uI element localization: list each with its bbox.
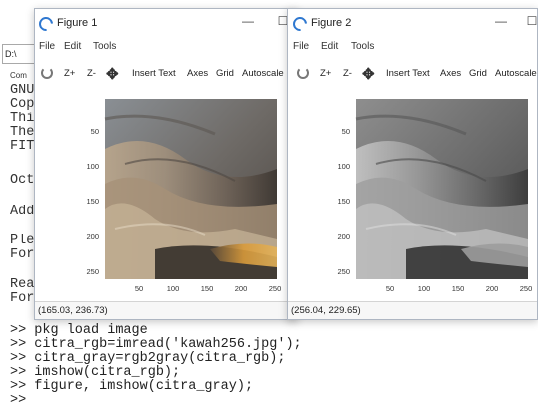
y-tick-label: 250: [337, 267, 350, 276]
minimize-button[interactable]: —: [493, 14, 509, 28]
console-log-line: GNU: [10, 84, 35, 98]
rotate-icon[interactable]: [297, 67, 309, 79]
y-tick-label: 50: [91, 127, 99, 136]
figure-2-status-bar: (256.04, 229.65): [288, 301, 537, 319]
x-tick-label: 50: [386, 284, 394, 293]
console-log-line: For: [10, 292, 35, 306]
zoom-in-button[interactable]: Z+: [320, 68, 331, 79]
menu-tools[interactable]: Tools: [93, 41, 116, 52]
figure-2-toolbar: Z+ Z- ✥ Insert Text Axes Grid Autoscale: [288, 65, 537, 87]
y-tick-label: 150: [86, 197, 99, 206]
zoom-out-button[interactable]: Z-: [343, 68, 352, 79]
figure-1-status-bar: (165.03, 236.73): [35, 301, 297, 319]
menu-edit[interactable]: Edit: [321, 41, 338, 52]
figure-2-menubar: File Edit Tools: [288, 41, 537, 57]
x-tick-label: 100: [167, 284, 180, 293]
octave-logo-icon: [290, 14, 310, 34]
minimize-button[interactable]: —: [240, 14, 256, 28]
y-tick-label: 250: [86, 267, 99, 276]
menu-file[interactable]: File: [293, 41, 309, 52]
x-tick-label: 250: [269, 284, 282, 293]
x-tick-label: 100: [418, 284, 431, 293]
zoom-out-button[interactable]: Z-: [87, 68, 96, 79]
command-line: >> pkg load image: [10, 323, 148, 338]
console-log-line: Add: [10, 205, 35, 219]
maximize-button[interactable]: ☐: [524, 14, 537, 28]
figure-2-title: Figure 2: [311, 17, 352, 29]
figure-1-window: Figure 1 — ☐ File Edit Tools Z+ Z- ✥ Ins…: [34, 8, 298, 320]
command-line: >> citra_rgb=imread('kawah256.jpg');: [10, 337, 302, 352]
x-tick-label: 200: [235, 284, 248, 293]
console-log-line: Cop: [10, 98, 35, 112]
console-log-line: Oct: [10, 174, 35, 188]
y-tick-label: 200: [86, 232, 99, 241]
axes-button[interactable]: Axes: [187, 68, 208, 79]
pan-icon[interactable]: ✥: [362, 65, 375, 83]
command-line: >> imshow(citra_rgb);: [10, 365, 181, 380]
insert-text-button[interactable]: Insert Text: [386, 68, 430, 79]
console-log-line: FIT: [10, 140, 35, 154]
menu-edit[interactable]: Edit: [64, 41, 81, 52]
rotate-icon[interactable]: [41, 67, 53, 79]
figure-1-menubar: File Edit Tools: [35, 41, 297, 57]
x-tick-label: 150: [452, 284, 465, 293]
x-tick-label: 250: [520, 284, 533, 293]
menu-tools[interactable]: Tools: [351, 41, 374, 52]
figure-2-titlebar[interactable]: Figure 2 — ☐: [288, 9, 537, 39]
y-tick-label: 200: [337, 232, 350, 241]
x-tick-label: 150: [201, 284, 214, 293]
axes-button[interactable]: Axes: [440, 68, 461, 79]
console-log-line: For: [10, 248, 35, 262]
console-log-line: The: [10, 126, 35, 140]
current-directory-field[interactable]: D:\: [2, 44, 36, 64]
grid-button[interactable]: Grid: [469, 68, 487, 79]
octave-logo-icon: [36, 14, 56, 34]
figure-1-title: Figure 1: [57, 17, 98, 29]
command-window-tab[interactable]: Com: [10, 71, 34, 80]
console-log-line: Rea: [10, 278, 35, 292]
zoom-in-button[interactable]: Z+: [64, 68, 75, 79]
console-log-line: Ple: [10, 234, 35, 248]
y-tick-label: 50: [342, 127, 350, 136]
figure-2-axes[interactable]: 50 100 150 200 250 50 100 150 200 250: [288, 89, 537, 301]
y-tick-label: 150: [337, 197, 350, 206]
pan-icon[interactable]: ✥: [106, 65, 119, 83]
figure-2-window: Figure 2 — ☐ File Edit Tools Z+ Z- ✥ Ins…: [287, 8, 538, 320]
y-tick-label: 100: [86, 162, 99, 171]
y-tick-label: 100: [337, 162, 350, 171]
command-line: >> citra_gray=rgb2gray(citra_rgb);: [10, 351, 286, 366]
figure-1-axes[interactable]: 50 100 150 200 250 50 100 150 200 250: [35, 89, 297, 301]
insert-text-button[interactable]: Insert Text: [132, 68, 176, 79]
menu-file[interactable]: File: [39, 41, 55, 52]
grid-button[interactable]: Grid: [216, 68, 234, 79]
x-tick-label: 50: [135, 284, 143, 293]
figure-1-toolbar: Z+ Z- ✥ Insert Text Axes Grid Autoscale: [35, 65, 297, 87]
console-log-line: Thi: [10, 112, 35, 126]
command-line: >> figure, imshow(citra_gray);: [10, 379, 254, 394]
autoscale-button[interactable]: Autoscale: [495, 68, 537, 79]
autoscale-button[interactable]: Autoscale: [242, 68, 284, 79]
command-prompt[interactable]: >>: [10, 394, 26, 405]
x-tick-label: 200: [486, 284, 499, 293]
figure-1-titlebar[interactable]: Figure 1 — ☐: [35, 9, 297, 39]
